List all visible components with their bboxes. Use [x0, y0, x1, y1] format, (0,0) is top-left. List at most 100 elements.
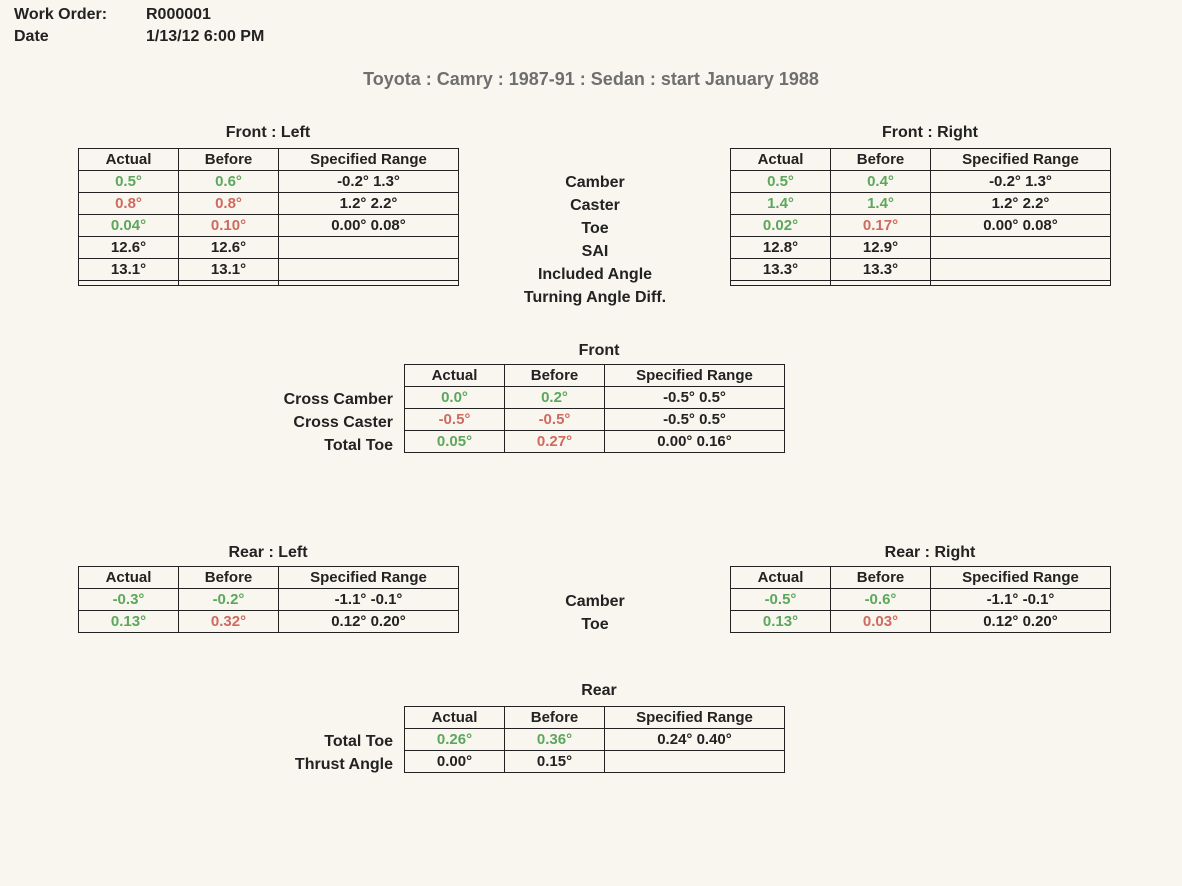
cell-actual: 0.5°	[79, 171, 179, 193]
col-before: Before	[179, 149, 279, 171]
col-before: Before	[179, 567, 279, 589]
cell-range: -0.2° 1.3°	[279, 171, 459, 193]
front-left-table: ActualBeforeSpecified Range0.5°0.6°-0.2°…	[78, 148, 459, 286]
col-actual: Actual	[405, 707, 505, 729]
front-right-title: Front : Right	[730, 124, 1130, 142]
cell-range: 0.00° 0.08°	[931, 215, 1111, 237]
table-row: 0.0°0.2°-0.5° 0.5°	[405, 387, 785, 409]
cell-before	[179, 281, 279, 286]
col-actual: Actual	[79, 567, 179, 589]
cell-range: 1.2° 2.2°	[931, 193, 1111, 215]
cell-before: 0.03°	[831, 611, 931, 633]
cell-actual: -0.5°	[405, 409, 505, 431]
cell-actual: -0.5°	[731, 589, 831, 611]
table-row: 0.13°0.03°0.12° 0.20°	[731, 611, 1111, 633]
cell-range: -0.2° 1.3°	[931, 171, 1111, 193]
col-before: Before	[505, 365, 605, 387]
table-row: 13.1°13.1°	[79, 259, 459, 281]
work-order-value: R000001	[146, 6, 211, 24]
cell-range	[605, 751, 785, 773]
cell-range: 0.24° 0.40°	[605, 729, 785, 751]
rear-summary-labels: Total ToeThrust Angle	[180, 730, 393, 776]
front-right-table: ActualBeforeSpecified Range 0.5°0.4°-0.2°…	[730, 148, 1111, 286]
cell-actual: -0.3°	[79, 589, 179, 611]
cell-actual: 0.0°	[405, 387, 505, 409]
cell-before: -0.6°	[831, 589, 931, 611]
table-row: 0.13°0.32°0.12° 0.20°	[79, 611, 459, 633]
col-actual: Actual	[79, 149, 179, 171]
table-row: 0.5°0.6°-0.2° 1.3°	[79, 171, 459, 193]
row-label: SAI	[485, 240, 705, 263]
front-left-title: Front : Left	[78, 124, 458, 142]
rear-right-table: ActualBeforeSpecified Range-0.5°-0.6°-1.…	[730, 566, 1111, 633]
table-row: 0.02°0.17°0.00° 0.08°	[731, 215, 1111, 237]
row-label: Turning Angle Diff.	[485, 286, 705, 309]
table-row	[79, 281, 459, 286]
cell-actual: 0.13°	[79, 611, 179, 633]
cell-actual: 12.6°	[79, 237, 179, 259]
table-row: 0.26°0.36°0.24° 0.40°	[405, 729, 785, 751]
cell-actual: 0.8°	[79, 193, 179, 215]
cell-range: 0.00° 0.08°	[279, 215, 459, 237]
table-row: 0.8°0.8°1.2° 2.2°	[79, 193, 459, 215]
cell-before: 0.15°	[505, 751, 605, 773]
cell-before: 0.10°	[179, 215, 279, 237]
row-label: Camber	[485, 171, 705, 194]
cell-range: 0.12° 0.20°	[931, 611, 1111, 633]
col-range: Specified Range	[931, 149, 1111, 171]
cell-range: 0.00° 0.16°	[605, 431, 785, 453]
cell-actual: 0.02°	[731, 215, 831, 237]
front-summary-table: ActualBeforeSpecified Range0.0°0.2°-0.5°…	[404, 364, 785, 453]
rear-row-labels: CamberToe	[485, 590, 705, 636]
rear-left-table: ActualBeforeSpecified Range-0.3°-0.2°-1.…	[78, 566, 459, 633]
col-range: Specified Range	[605, 707, 785, 729]
cell-before: 13.1°	[179, 259, 279, 281]
cell-before: 0.4°	[831, 171, 931, 193]
table-row: 13.3°13.3°	[731, 259, 1111, 281]
cell-before: 0.2°	[505, 387, 605, 409]
cell-actual: 1.4°	[731, 193, 831, 215]
row-label: Cross Camber	[180, 388, 393, 411]
col-actual: Actual	[731, 567, 831, 589]
table-row: 0.00°0.15°	[405, 751, 785, 773]
cell-before: -0.5°	[505, 409, 605, 431]
cell-range	[279, 259, 459, 281]
cell-range	[279, 237, 459, 259]
cell-before: 0.27°	[505, 431, 605, 453]
col-range: Specified Range	[279, 567, 459, 589]
col-range: Specified Range	[605, 365, 785, 387]
col-before: Before	[831, 149, 931, 171]
cell-before: 12.9°	[831, 237, 931, 259]
cell-actual: 0.5°	[731, 171, 831, 193]
cell-actual: 0.04°	[79, 215, 179, 237]
vehicle-title: Toyota : Camry : 1987-91 : Sedan : start…	[0, 69, 1182, 90]
rear-left-title: Rear : Left	[78, 544, 458, 562]
cell-before: 0.8°	[179, 193, 279, 215]
cell-actual: 12.8°	[731, 237, 831, 259]
cell-range: -1.1° -0.1°	[279, 589, 459, 611]
cell-range	[279, 281, 459, 286]
table-row: -0.5°-0.5°-0.5° 0.5°	[405, 409, 785, 431]
row-label: Toe	[485, 217, 705, 240]
cell-range	[931, 259, 1111, 281]
front-row-labels: CamberCasterToeSAIIncluded AngleTurning …	[485, 171, 705, 309]
row-label: Cross Caster	[180, 411, 393, 434]
rear-summary-title: Rear	[404, 682, 794, 700]
cell-range	[931, 281, 1111, 286]
rear-summary-table: ActualBeforeSpecified Range0.26°0.36°0.2…	[404, 706, 785, 773]
table-row: -0.3°-0.2°-1.1° -0.1°	[79, 589, 459, 611]
cell-before: 12.6°	[179, 237, 279, 259]
cell-before: 0.17°	[831, 215, 931, 237]
table-row: 1.4°1.4°1.2° 2.2°	[731, 193, 1111, 215]
rear-right-title: Rear : Right	[730, 544, 1130, 562]
col-actual: Actual	[731, 149, 831, 171]
row-label: Included Angle	[485, 263, 705, 286]
cell-actual: 0.26°	[405, 729, 505, 751]
cell-before: 1.4°	[831, 193, 931, 215]
col-actual: Actual	[405, 365, 505, 387]
cell-actual: 13.1°	[79, 259, 179, 281]
cell-range: -1.1° -0.1°	[931, 589, 1111, 611]
cell-before: 0.32°	[179, 611, 279, 633]
front-summary-title: Front	[404, 342, 794, 360]
date-label: Date	[14, 28, 49, 46]
